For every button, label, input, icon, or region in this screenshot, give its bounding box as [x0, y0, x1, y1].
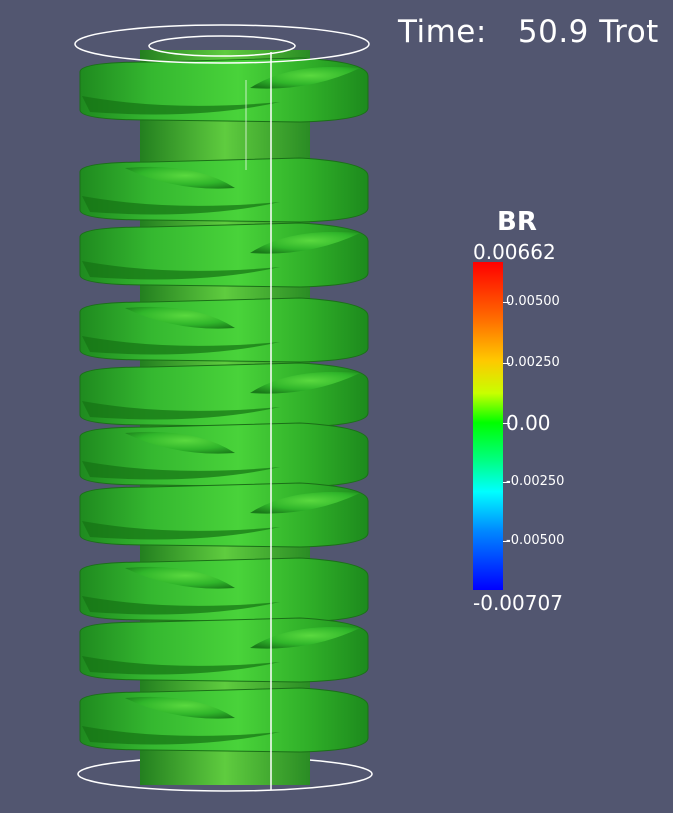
colorbar-tick-label: 0.00250: [506, 355, 560, 370]
colorbar-tick-label: 0.00: [506, 411, 551, 435]
colorbar: [473, 262, 503, 590]
time-label: Time:: [398, 14, 487, 50]
colorbar-tick-label: -0.00250: [506, 474, 565, 489]
colorbar-max-label: 0.00662: [473, 240, 556, 264]
colorbar-tick-label: 0.00500: [506, 294, 560, 309]
isosurface-ring: [79, 687, 369, 753]
isosurface-ring: [79, 297, 369, 363]
time-value: 50.9 Trot: [517, 14, 659, 50]
isosurface-ring: [79, 157, 369, 223]
time-annotation: Time: 50.9 Trot: [398, 14, 659, 50]
colorbar-title: BR: [497, 207, 537, 237]
colorbar-tick-label: -0.00500: [506, 533, 565, 548]
render-viewport[interactable]: [0, 0, 673, 813]
colorbar-min-label: -0.00707: [473, 591, 563, 615]
isosurface-ring: [79, 557, 369, 623]
isosurface-ring: [79, 422, 369, 488]
helical-isosurface: [79, 57, 369, 753]
